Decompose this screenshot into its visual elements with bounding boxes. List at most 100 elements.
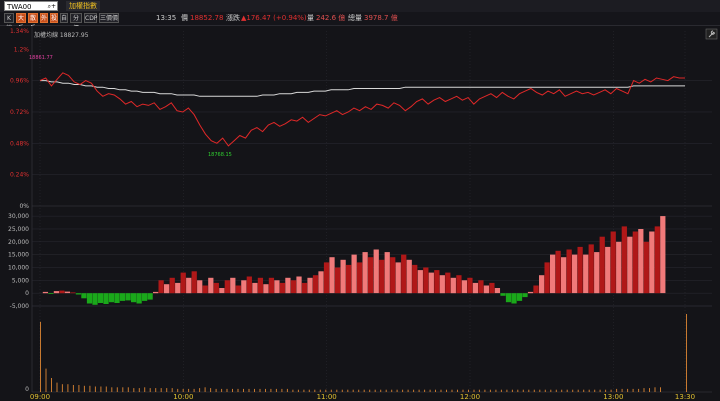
osc-bar: [263, 284, 269, 294]
osc-bar: [621, 226, 627, 294]
volume-bar: [166, 388, 168, 392]
osc-bar: [252, 282, 258, 294]
osc-bar: [533, 285, 539, 294]
toolbar-button-0[interactable]: K線: [4, 13, 14, 32]
osc-bar: [219, 288, 225, 294]
osc-bar: [368, 257, 374, 294]
osc-bar: [489, 282, 495, 294]
symbol-input[interactable]: TWA00 ⌕+: [4, 1, 58, 11]
osc-bar: [483, 285, 490, 294]
volume-bar: [495, 389, 497, 392]
volume-bar: [297, 389, 299, 392]
osc-bar: [412, 264, 418, 294]
time-tick-label: 12:00: [460, 393, 480, 401]
osc-bar: [660, 216, 666, 294]
osc-bar: [186, 277, 192, 294]
toolbar-button-1[interactable]: 大戶: [16, 13, 26, 32]
total-volume-label: 總量: [348, 14, 362, 22]
volume-bar: [94, 386, 96, 392]
osc-tick-label: 5,000: [12, 277, 29, 284]
intraday-chart[interactable]: 1.34% 1.2% 0.96% 0.72% 0.48% 0.24% 0% 09:00 10:0…: [0, 26, 720, 401]
volume-bar: [308, 389, 310, 392]
volume-bar: [686, 314, 687, 392]
volume-bar: [188, 388, 190, 392]
volume-bar: [649, 388, 650, 392]
toolbar-button-7[interactable]: CDP: [84, 13, 97, 23]
volume-bar: [51, 378, 52, 392]
symbol-title: 加權指數: [66, 1, 100, 11]
osc-bar: [125, 293, 131, 301]
osc-bar: [572, 254, 578, 294]
osc-tick-label: 30,000: [8, 213, 29, 220]
volume-bar: [528, 389, 530, 392]
wrench-icon[interactable]: [705, 28, 718, 40]
volume-bar: [396, 389, 398, 392]
toolbar-button-4[interactable]: 投: [50, 13, 58, 23]
volume-bar: [369, 389, 371, 392]
volume-bar: [83, 385, 85, 392]
volume-bar: [122, 387, 124, 392]
volume-bar: [215, 388, 217, 392]
osc-bar: [301, 282, 308, 294]
high-label: 18861.77: [29, 55, 53, 61]
osc-bar: [224, 280, 230, 294]
volume-bar: [533, 389, 535, 392]
volume-bar: [555, 389, 557, 392]
volume-bar: [237, 388, 239, 392]
osc-bar: [456, 275, 462, 294]
toolbar-button-2[interactable]: 散戶: [28, 13, 38, 32]
osc-bar: [494, 288, 501, 294]
volume-bar: [160, 388, 162, 392]
volume-bar: [111, 387, 113, 392]
osc-bar: [643, 241, 649, 294]
vol-tick-label: 0: [25, 386, 29, 393]
volume-bar: [413, 389, 415, 392]
volume-bar: [67, 384, 69, 392]
volume-bar: [78, 385, 80, 392]
volume-bar: [72, 385, 74, 392]
toolbar-button-8[interactable]: 三價價: [99, 13, 119, 23]
quote-time: 13:35: [156, 14, 177, 22]
osc-tick-label: 0: [25, 290, 29, 297]
toolbar-button-6[interactable]: 分價: [70, 13, 82, 32]
osc-bar: [119, 293, 126, 301]
osc-bar: [208, 277, 214, 294]
volume-bar: [330, 389, 332, 392]
osc-bar: [70, 292, 76, 294]
volume-bar: [621, 388, 623, 392]
osc-bar: [610, 231, 616, 294]
volume-bar: [544, 389, 546, 392]
toolbar-button-3[interactable]: 外: [40, 13, 48, 23]
volume-bar: [457, 389, 458, 392]
osc-tick-label: 20,000: [8, 239, 29, 246]
osc-bar: [147, 293, 153, 300]
volume-bar: [254, 388, 255, 392]
osc-bar: [318, 271, 324, 294]
volume-bar: [193, 388, 195, 392]
volume-bar: [144, 387, 146, 392]
volume-bar: [402, 389, 404, 392]
osc-bar: [164, 284, 170, 294]
volume-bar: [232, 388, 233, 392]
osc-bar: [428, 272, 434, 294]
search-icon[interactable]: ⌕+: [48, 2, 56, 12]
volume-bar: [292, 389, 294, 392]
osc-bar: [191, 271, 197, 294]
price-label: 價: [181, 14, 188, 22]
osc-bar: [86, 293, 93, 304]
volume-bar: [654, 387, 656, 392]
osc-bar: [539, 275, 545, 294]
volume-bar: [89, 385, 91, 392]
volume-bar: [424, 389, 426, 392]
volume-label: 量: [307, 14, 314, 22]
volume-bar: [435, 389, 436, 392]
low-label: 18768.15: [208, 152, 232, 158]
toolbar-button-5[interactable]: 自: [60, 13, 68, 23]
volume-bar: [478, 389, 480, 392]
volume-bar: [462, 389, 464, 392]
osc-bar: [290, 280, 297, 294]
osc-bar: [175, 282, 181, 294]
osc-bar: [588, 244, 594, 294]
volume-bar: [199, 388, 201, 392]
osc-tick-label: -5,000: [10, 303, 30, 310]
